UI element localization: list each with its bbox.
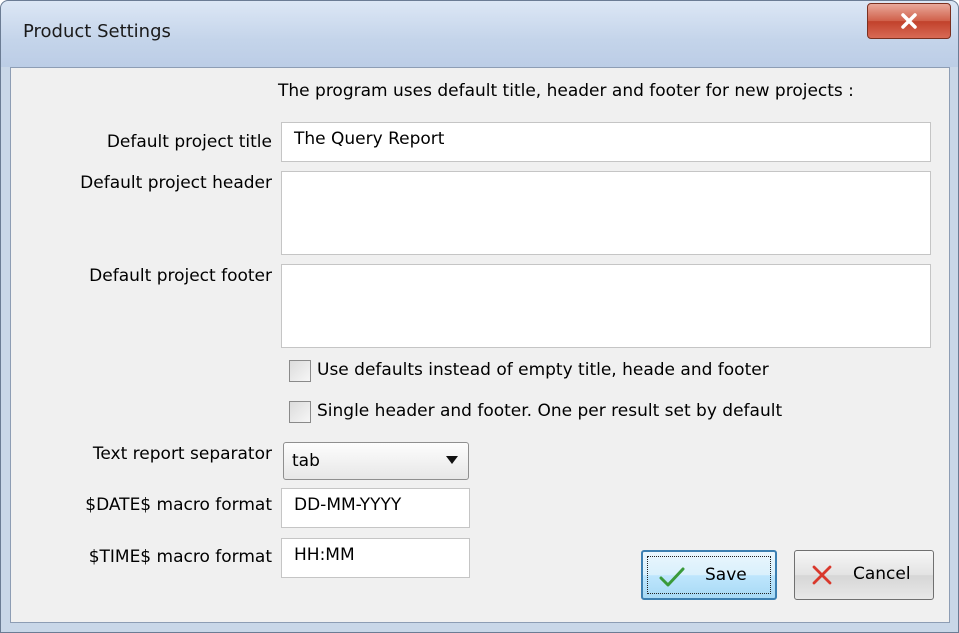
title-bar[interactable]: Product Settings <box>1 1 958 67</box>
header-label: Default project header <box>80 173 272 193</box>
intro-text: The program uses default title, header a… <box>278 81 854 101</box>
checkmark-icon <box>659 567 685 587</box>
time-macro-input[interactable]: HH:MM <box>281 538 470 578</box>
save-button[interactable]: Save <box>641 550 777 600</box>
chevron-down-icon[interactable] <box>446 456 458 464</box>
close-button[interactable] <box>867 3 951 39</box>
cancel-label: Cancel <box>853 564 911 584</box>
use-defaults-checkbox[interactable] <box>289 360 311 382</box>
single-header-checkbox[interactable] <box>289 401 311 423</box>
window-title: Product Settings <box>23 21 171 42</box>
cancel-x-icon <box>812 565 832 585</box>
dialog-window: Product Settings The program uses defaul… <box>0 0 959 633</box>
time-macro-label: $TIME$ macro format <box>88 547 272 567</box>
date-macro-label: $DATE$ macro format <box>85 495 272 515</box>
project-title-input[interactable]: The Query Report <box>281 122 931 162</box>
dialog-body: The program uses default title, header a… <box>10 67 950 623</box>
use-defaults-label[interactable]: Use defaults instead of empty title, hea… <box>317 360 769 380</box>
project-footer-input[interactable] <box>281 264 931 348</box>
separator-value: tab <box>292 451 320 471</box>
footer-label: Default project footer <box>89 266 272 286</box>
close-icon <box>901 13 917 29</box>
title-label: Default project title <box>106 132 272 152</box>
date-macro-input[interactable]: DD-MM-YYYY <box>281 488 470 528</box>
cancel-button[interactable]: Cancel <box>794 550 934 600</box>
save-label: Save <box>705 565 747 585</box>
project-header-input[interactable] <box>281 171 931 255</box>
separator-select[interactable]: tab <box>283 442 469 480</box>
single-header-label[interactable]: Single header and footer. One per result… <box>317 401 782 421</box>
separator-label: Text report separator <box>92 444 272 464</box>
